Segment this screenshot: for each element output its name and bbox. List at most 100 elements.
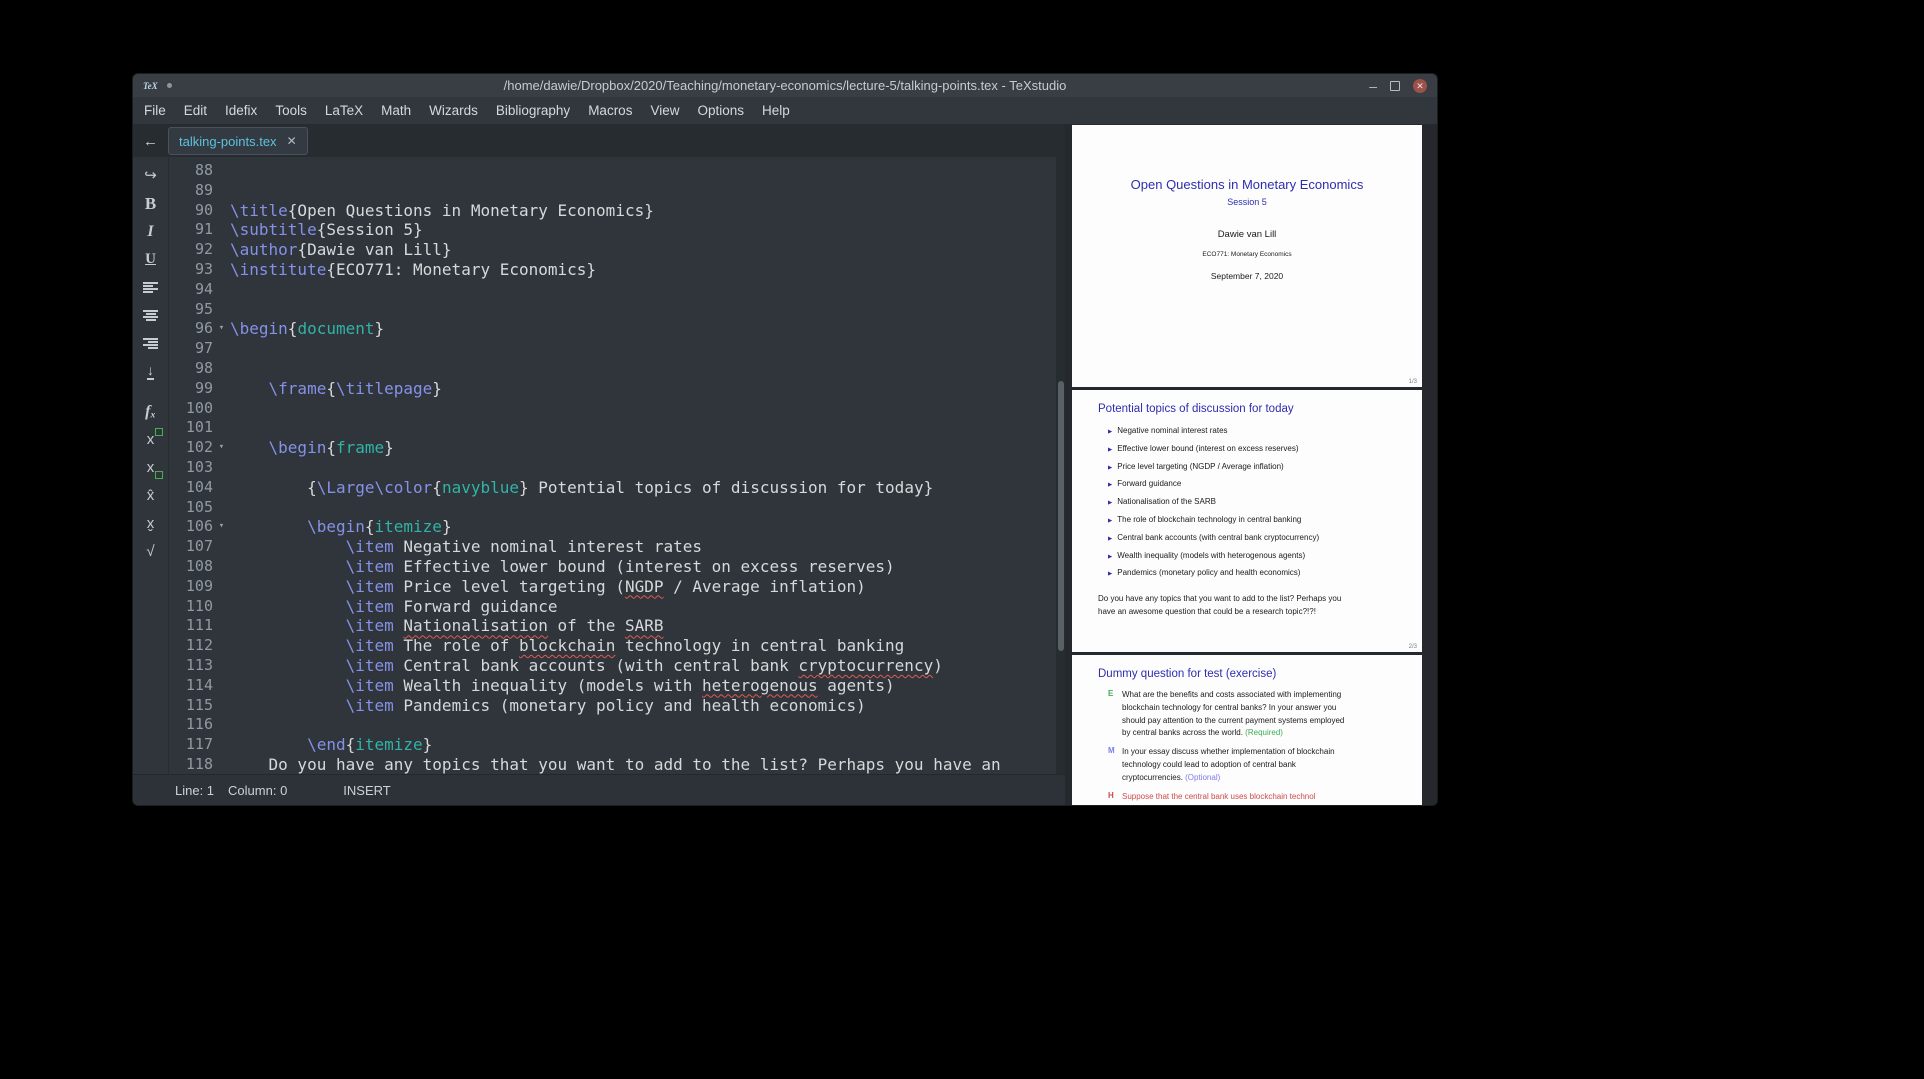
- editor-line[interactable]: 104 {\Large\color{navyblue} Potential to…: [169, 478, 1056, 498]
- line-number[interactable]: 99: [169, 379, 213, 399]
- back-icon[interactable]: ←: [133, 133, 168, 150]
- editor-line[interactable]: 91\subtitle{Session 5}: [169, 220, 1056, 240]
- editor-line[interactable]: 117 \end{itemize}: [169, 735, 1056, 755]
- underline-icon[interactable]: U: [137, 246, 164, 273]
- editor-line[interactable]: 107 \item Negative nominal interest rate…: [169, 537, 1056, 557]
- line-number[interactable]: 94: [169, 280, 213, 300]
- line-number[interactable]: 117: [169, 735, 213, 755]
- editor-line[interactable]: 118 Do you have any topics that you want…: [169, 755, 1056, 774]
- line-number[interactable]: 97: [169, 339, 213, 359]
- italic-icon[interactable]: I: [137, 218, 164, 245]
- line-number[interactable]: 92: [169, 240, 213, 260]
- menu-tools[interactable]: Tools: [266, 97, 316, 124]
- editor-line[interactable]: 110 \item Forward guidance: [169, 597, 1056, 617]
- fold-marker-icon[interactable]: ▾: [213, 319, 230, 339]
- line-number[interactable]: 108: [169, 557, 213, 577]
- menu-wizards[interactable]: Wizards: [420, 97, 487, 124]
- menu-bibliography[interactable]: Bibliography: [487, 97, 579, 124]
- sqrt-icon[interactable]: √: [137, 538, 164, 565]
- line-number[interactable]: 88: [169, 161, 213, 181]
- code-editor[interactable]: 888990\title{Open Questions in Monetary …: [169, 157, 1056, 774]
- editor-line[interactable]: 115 \item Pandemics (monetary policy and…: [169, 696, 1056, 716]
- line-number[interactable]: 101: [169, 418, 213, 438]
- line-number[interactable]: 91: [169, 220, 213, 240]
- menu-macros[interactable]: Macros: [579, 97, 641, 124]
- editor-line[interactable]: 106▾ \begin{itemize}: [169, 517, 1056, 537]
- redo-icon[interactable]: ↪: [137, 162, 164, 189]
- editor-line[interactable]: 114 \item Wealth inequality (models with…: [169, 676, 1056, 696]
- menu-help[interactable]: Help: [753, 97, 799, 124]
- line-number[interactable]: 105: [169, 498, 213, 518]
- line-number[interactable]: 104: [169, 478, 213, 498]
- editor-line[interactable]: 112 \item The role of blockchain technol…: [169, 636, 1056, 656]
- align-right-icon[interactable]: [137, 330, 164, 357]
- editor-line[interactable]: 97: [169, 339, 1056, 359]
- align-center-icon[interactable]: [137, 302, 164, 329]
- line-number[interactable]: 98: [169, 359, 213, 379]
- line-number[interactable]: 100: [169, 399, 213, 419]
- editor-line[interactable]: 113 \item Central bank accounts (with ce…: [169, 656, 1056, 676]
- align-left-icon[interactable]: [137, 274, 164, 301]
- editor-line[interactable]: 89: [169, 181, 1056, 201]
- line-number[interactable]: 113: [169, 656, 213, 676]
- bold-icon[interactable]: B: [137, 190, 164, 217]
- line-number[interactable]: 111: [169, 616, 213, 636]
- title-bar[interactable]: TeX /home/dawie/Dropbox/2020/Teaching/mo…: [133, 74, 1437, 97]
- line-number[interactable]: 95: [169, 300, 213, 320]
- line-number[interactable]: 116: [169, 715, 213, 735]
- editor-line[interactable]: 88: [169, 161, 1056, 181]
- editor-line[interactable]: 103: [169, 458, 1056, 478]
- line-number[interactable]: 96: [169, 319, 213, 339]
- editor-scrollbar[interactable]: [1056, 157, 1065, 774]
- editor-line[interactable]: 99 \frame{\titlepage}: [169, 379, 1056, 399]
- status-insert-mode[interactable]: INSERT: [343, 783, 390, 798]
- pdf-slide-title-page[interactable]: Open Questions in Monetary Economics Ses…: [1072, 125, 1422, 387]
- menu-math[interactable]: Math: [372, 97, 420, 124]
- editor-scrollbar-thumb[interactable]: [1058, 381, 1064, 651]
- line-number[interactable]: 90: [169, 201, 213, 221]
- subscript-icon[interactable]: x: [137, 454, 164, 481]
- editor-line[interactable]: 90\title{Open Questions in Monetary Econ…: [169, 201, 1056, 221]
- tab-talking-points[interactable]: talking-points.tex ✕: [168, 127, 308, 155]
- editor-line[interactable]: 116: [169, 715, 1056, 735]
- menu-options[interactable]: Options: [688, 97, 753, 124]
- line-number[interactable]: 109: [169, 577, 213, 597]
- line-number[interactable]: 118: [169, 755, 213, 774]
- line-number[interactable]: 114: [169, 676, 213, 696]
- underset-icon[interactable]: x̬: [137, 510, 164, 537]
- line-number[interactable]: 110: [169, 597, 213, 617]
- editor-line[interactable]: 96▾\begin{document}: [169, 319, 1056, 339]
- editor-line[interactable]: 94: [169, 280, 1056, 300]
- fold-marker-icon[interactable]: ▾: [213, 438, 230, 458]
- editor-line[interactable]: 111 \item Nationalisation of the SARB: [169, 616, 1056, 636]
- menu-view[interactable]: View: [641, 97, 688, 124]
- line-number[interactable]: 115: [169, 696, 213, 716]
- editor-line[interactable]: 93\institute{ECO771: Monetary Economics}: [169, 260, 1056, 280]
- pdf-slide-topics[interactable]: Potential topics of discussion for today…: [1072, 390, 1422, 652]
- menu-edit[interactable]: Edit: [175, 97, 216, 124]
- fold-marker-icon[interactable]: ▾: [213, 517, 230, 537]
- line-number[interactable]: 103: [169, 458, 213, 478]
- superscript-icon[interactable]: x: [137, 426, 164, 453]
- insert-linebreak-icon[interactable]: ↓: [137, 358, 164, 385]
- line-number[interactable]: 93: [169, 260, 213, 280]
- line-number[interactable]: 112: [169, 636, 213, 656]
- tab-close-icon[interactable]: ✕: [287, 134, 297, 148]
- line-number[interactable]: 107: [169, 537, 213, 557]
- line-number[interactable]: 106: [169, 517, 213, 537]
- editor-line[interactable]: 101: [169, 418, 1056, 438]
- menu-latex[interactable]: LaTeX: [316, 97, 372, 124]
- function-icon[interactable]: fₓ: [137, 398, 164, 425]
- editor-line[interactable]: 92\author{Dawie van Lill}: [169, 240, 1056, 260]
- editor-line[interactable]: 108 \item Effective lower bound (interes…: [169, 557, 1056, 577]
- editor-line[interactable]: 102▾ \begin{frame}: [169, 438, 1056, 458]
- overset-icon[interactable]: x̂: [137, 482, 164, 509]
- editor-line[interactable]: 100: [169, 399, 1056, 419]
- minimize-button[interactable]: –: [1369, 81, 1377, 91]
- editor-line[interactable]: 95: [169, 300, 1056, 320]
- close-button[interactable]: ✕: [1413, 79, 1427, 93]
- line-number[interactable]: 89: [169, 181, 213, 201]
- editor-line[interactable]: 98: [169, 359, 1056, 379]
- restore-button[interactable]: [1390, 81, 1400, 91]
- menu-idefix[interactable]: Idefix: [216, 97, 266, 124]
